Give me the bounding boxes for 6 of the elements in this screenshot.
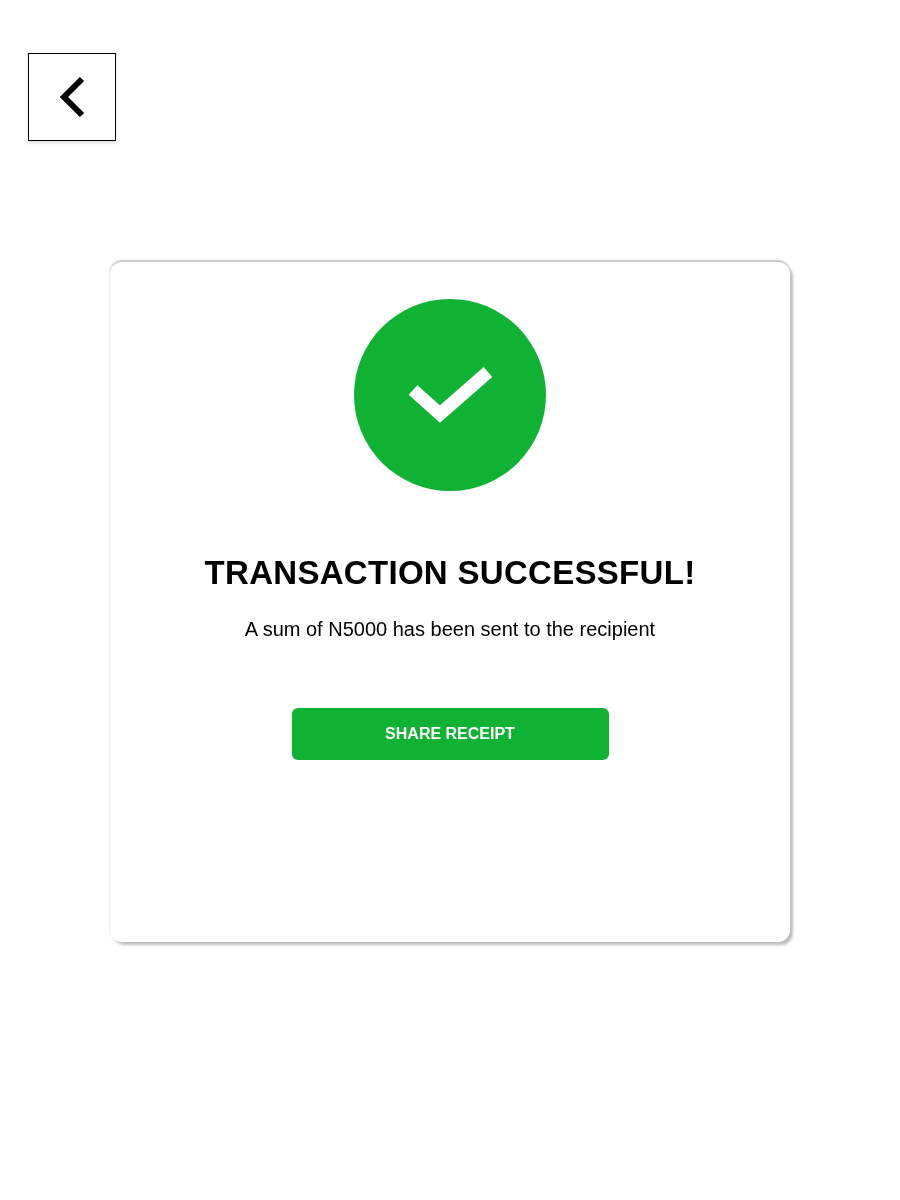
success-message: A sum of N5000 has been sent to the recipient [244,617,656,642]
chevron-left-icon [58,76,86,118]
back-button[interactable] [28,53,116,141]
success-title: TRANSACTION SUCCESSFUL! [204,553,696,593]
share-receipt-button[interactable]: SHARE RECEIPT [291,708,609,760]
check-circle-icon [354,299,546,491]
